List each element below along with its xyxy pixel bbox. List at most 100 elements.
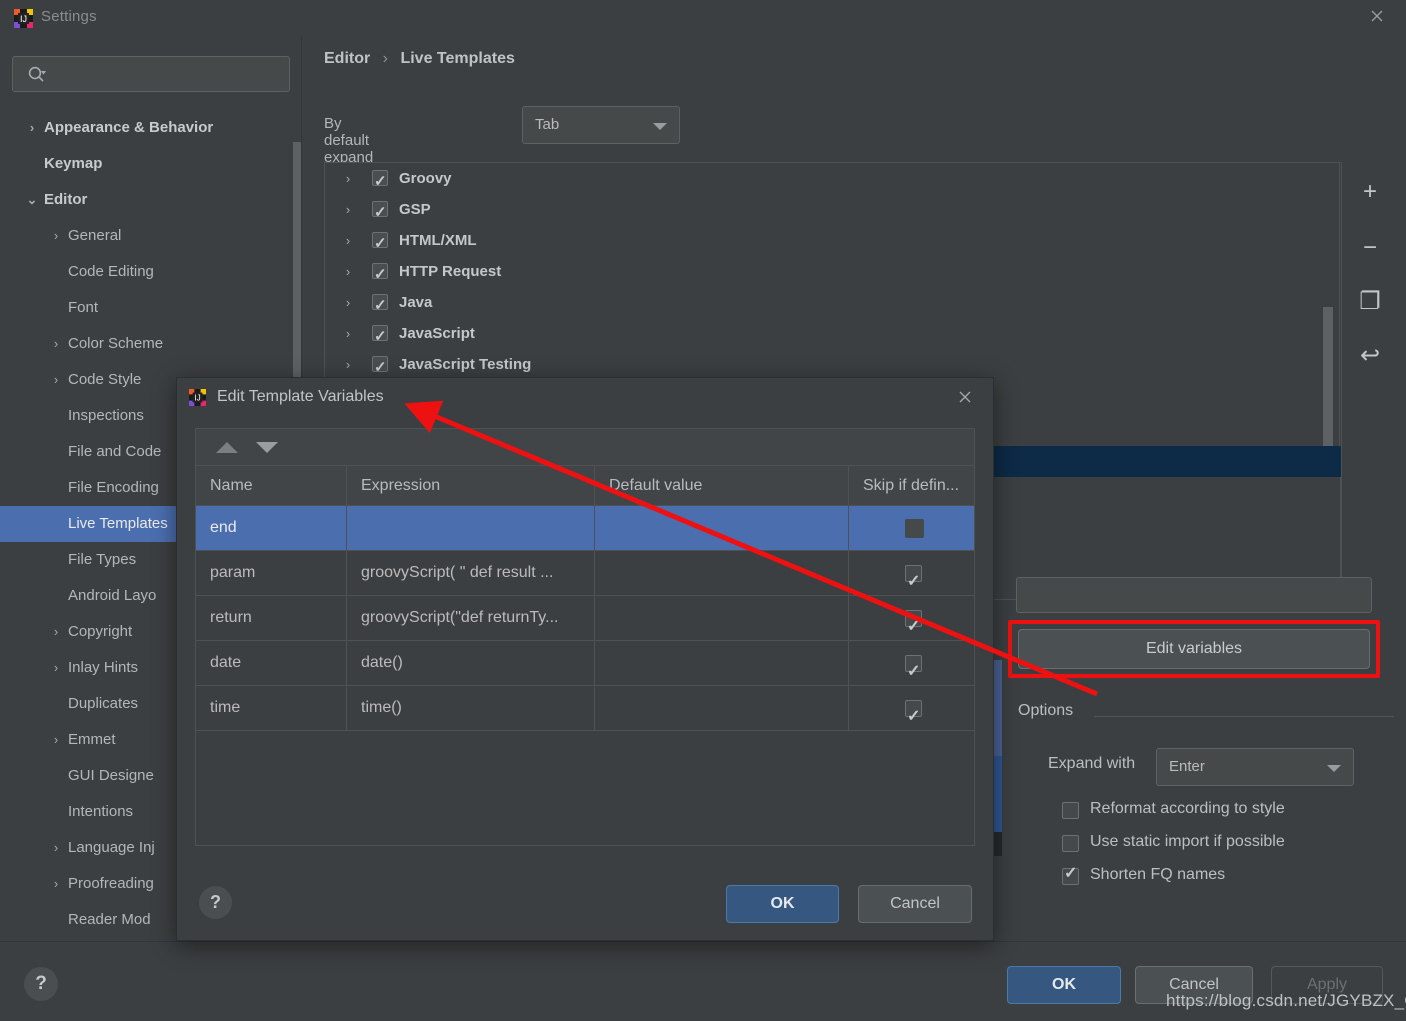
skip-if-defined-checkbox[interactable]: [905, 560, 922, 595]
table-row[interactable]: param groovyScript( " def result ...: [196, 551, 974, 596]
template-group-row[interactable]: › Java: [325, 287, 1339, 321]
template-group-row[interactable]: › JavaScript: [325, 318, 1339, 352]
chevron-right-icon[interactable]: ›: [22, 110, 42, 146]
variable-default-value-cell[interactable]: [594, 551, 848, 595]
ok-button[interactable]: OK: [1007, 966, 1121, 1004]
table-row[interactable]: return groovyScript("def returnTy...: [196, 596, 974, 641]
checkbox[interactable]: [1062, 802, 1079, 819]
chevron-right-icon[interactable]: ›: [46, 722, 66, 758]
sidebar-item-appearance-behavior[interactable]: › Appearance & Behavior: [0, 110, 302, 146]
close-icon[interactable]: [953, 386, 977, 410]
remove-icon[interactable]: −: [1354, 232, 1386, 264]
chevron-right-icon[interactable]: ›: [46, 326, 66, 362]
variable-name-cell[interactable]: param: [196, 551, 346, 595]
template-group-row[interactable]: › Groovy: [325, 163, 1339, 197]
skip-if-defined-checkbox[interactable]: [905, 519, 924, 538]
template-group-checkbox[interactable]: [372, 321, 388, 352]
variable-name-cell[interactable]: time: [196, 686, 346, 730]
template-group-row[interactable]: › GSP: [325, 194, 1339, 228]
column-header[interactable]: Name: [196, 466, 346, 505]
move-up-icon[interactable]: [216, 442, 238, 453]
template-group-checkbox[interactable]: [372, 166, 388, 197]
chevron-right-icon[interactable]: ›: [46, 830, 66, 866]
option-checkbox-label: Reformat according to style: [1090, 800, 1285, 817]
copy-icon[interactable]: ❐: [1354, 286, 1386, 318]
variable-expression-cell[interactable]: groovyScript("def returnTy...: [346, 596, 594, 640]
dialog-cancel-button[interactable]: Cancel: [858, 885, 972, 923]
checkbox[interactable]: [1062, 835, 1079, 852]
chevron-right-icon[interactable]: ›: [339, 349, 357, 380]
table-row[interactable]: end: [196, 506, 974, 551]
sidebar-scrollbar[interactable]: [293, 142, 301, 408]
variable-skip-cell[interactable]: [848, 506, 976, 550]
editor-scrollbar-lower[interactable]: [993, 756, 1002, 832]
variable-expression-cell[interactable]: time(): [346, 686, 594, 730]
revert-icon[interactable]: ↩: [1354, 340, 1386, 372]
default-expand-select[interactable]: Tab: [522, 106, 680, 144]
dialog-help-button[interactable]: ?: [199, 886, 232, 919]
chevron-right-icon[interactable]: ›: [339, 287, 357, 318]
chevron-right-icon[interactable]: ›: [46, 362, 66, 398]
variable-expression-cell[interactable]: [346, 506, 594, 550]
checkbox[interactable]: [1062, 863, 1079, 885]
add-icon[interactable]: +: [1354, 176, 1386, 208]
template-text-field[interactable]: [1016, 577, 1372, 613]
search-box[interactable]: [12, 56, 290, 92]
chevron-right-icon[interactable]: ›: [339, 163, 357, 194]
variable-default-value-cell[interactable]: [594, 596, 848, 640]
chevron-right-icon[interactable]: ›: [339, 225, 357, 256]
variable-skip-cell[interactable]: [848, 686, 976, 730]
template-group-row[interactable]: › HTTP Request: [325, 256, 1339, 290]
chevron-right-icon[interactable]: ›: [339, 256, 357, 287]
variable-name-cell[interactable]: end: [196, 506, 346, 550]
chevron-right-icon[interactable]: ›: [46, 650, 66, 686]
column-header[interactable]: Expression: [346, 466, 594, 505]
variable-skip-cell[interactable]: [848, 641, 976, 685]
skip-if-defined-checkbox[interactable]: [905, 650, 922, 685]
chevron-right-icon[interactable]: ›: [46, 218, 66, 254]
live-templates-scrollbar[interactable]: [1323, 307, 1333, 448]
variable-expression-cell[interactable]: groovyScript( " def result ...: [346, 551, 594, 595]
sidebar-item-editor[interactable]: ⌄ Editor: [0, 182, 302, 218]
chevron-right-icon[interactable]: ›: [339, 194, 357, 225]
chevron-right-icon[interactable]: ›: [46, 866, 66, 902]
variable-default-value-cell[interactable]: [594, 506, 848, 550]
move-down-icon[interactable]: [256, 442, 278, 453]
editor-scrollbar-upper[interactable]: [993, 660, 1002, 756]
template-group-checkbox[interactable]: [372, 228, 388, 259]
sidebar-item-general[interactable]: › General: [0, 218, 302, 254]
skip-if-defined-checkbox[interactable]: [905, 695, 922, 730]
template-group-checkbox[interactable]: [372, 290, 388, 321]
column-header[interactable]: Skip if defin...: [848, 466, 976, 505]
table-row[interactable]: time time(): [196, 686, 974, 731]
chevron-right-icon[interactable]: ›: [46, 614, 66, 650]
template-group-checkbox[interactable]: [372, 197, 388, 228]
chevron-down-icon[interactable]: ⌄: [22, 182, 42, 218]
template-group-checkbox[interactable]: [372, 352, 388, 383]
settings-window: IJ Settings › Appearance & Behavior Keymap…: [0, 0, 1406, 1021]
template-group-row[interactable]: › JavaScript Testing: [325, 349, 1339, 383]
breadcrumb-parent[interactable]: Editor: [324, 50, 370, 67]
variable-name-cell[interactable]: date: [196, 641, 346, 685]
column-header[interactable]: Default value: [594, 466, 848, 505]
skip-if-defined-checkbox[interactable]: [905, 605, 922, 640]
help-button[interactable]: ?: [24, 967, 58, 1001]
variable-default-value-cell[interactable]: [594, 641, 848, 685]
sidebar-item-font[interactable]: Font: [0, 290, 302, 326]
sidebar-item-color-scheme[interactable]: › Color Scheme: [0, 326, 302, 362]
variable-skip-cell[interactable]: [848, 596, 976, 640]
template-group-row[interactable]: › HTML/XML: [325, 225, 1339, 259]
dialog-ok-button[interactable]: OK: [726, 885, 839, 923]
variable-skip-cell[interactable]: [848, 551, 976, 595]
search-input[interactable]: [57, 57, 287, 91]
variable-expression-cell[interactable]: date(): [346, 641, 594, 685]
variable-name-cell[interactable]: return: [196, 596, 346, 640]
template-group-checkbox[interactable]: [372, 259, 388, 290]
table-row[interactable]: date date(): [196, 641, 974, 686]
sidebar-item-keymap[interactable]: Keymap: [0, 146, 302, 182]
sidebar-item-code-editing[interactable]: Code Editing: [0, 254, 302, 290]
chevron-right-icon[interactable]: ›: [339, 318, 357, 349]
close-icon[interactable]: [1364, 6, 1390, 30]
expand-with-select[interactable]: Enter: [1156, 748, 1354, 786]
variable-default-value-cell[interactable]: [594, 686, 848, 730]
